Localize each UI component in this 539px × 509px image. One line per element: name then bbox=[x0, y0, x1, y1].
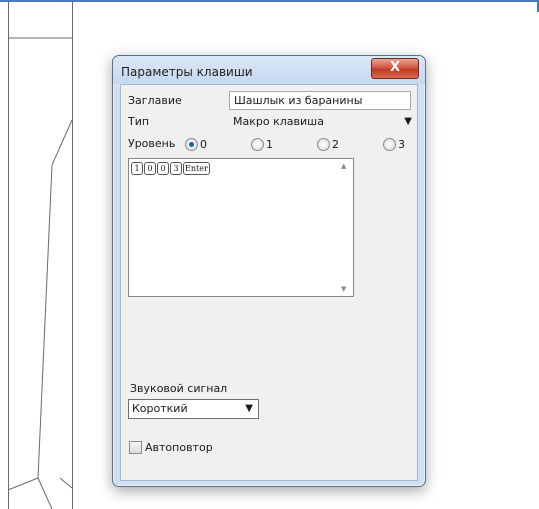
checkbox-icon bbox=[129, 440, 142, 454]
macro-key-sequence: 1 0 0 3 Enter bbox=[131, 161, 211, 175]
macro-key[interactable]: 0 bbox=[144, 162, 156, 175]
chevron-down-icon: ▼ bbox=[404, 116, 412, 127]
macro-key[interactable]: 1 bbox=[131, 162, 143, 175]
level-label: Уровень bbox=[128, 137, 176, 150]
sound-value: Короткий bbox=[132, 402, 188, 415]
level-radio-0[interactable]: 0 bbox=[185, 137, 207, 151]
scroll-up-icon[interactable]: ▲ bbox=[341, 162, 346, 170]
level-radio-label: 2 bbox=[332, 137, 339, 151]
radio-selected-icon bbox=[185, 137, 198, 151]
level-radio-label: 0 bbox=[200, 137, 207, 151]
caption-label: Заглавие bbox=[128, 94, 182, 107]
level-radio-label: 1 bbox=[266, 137, 273, 151]
sound-dropdown[interactable]: Короткий ▼ bbox=[128, 399, 259, 419]
level-radio-label: 3 bbox=[398, 137, 405, 151]
macro-key[interactable]: 3 bbox=[170, 162, 182, 175]
type-label: Тип bbox=[128, 115, 150, 128]
caption-field[interactable]: Шашлык из баранины bbox=[229, 91, 411, 110]
dialog-body: Заглавие Шашлык из баранины Тип Макро кл… bbox=[120, 84, 418, 481]
radio-icon bbox=[317, 137, 330, 151]
key-parameters-dialog: Параметры клавиши X Заглавие Шашлык из б… bbox=[112, 55, 426, 487]
level-radio-group: 0 1 2 3 bbox=[185, 135, 415, 153]
level-radio-2[interactable]: 2 bbox=[317, 137, 339, 151]
macro-key[interactable]: 0 bbox=[157, 162, 169, 175]
type-value: Макро клавиша bbox=[233, 115, 324, 128]
type-combobox[interactable]: Макро клавиша ▼ bbox=[229, 113, 414, 130]
level-radio-3[interactable]: 3 bbox=[383, 137, 405, 151]
radio-icon bbox=[251, 137, 264, 151]
editor-scrollbar[interactable]: ▲ ▼ bbox=[337, 159, 353, 296]
sound-label: Звуковой сигнал bbox=[130, 382, 228, 395]
close-icon: X bbox=[389, 60, 401, 75]
dialog-title: Параметры клавиши bbox=[121, 65, 253, 79]
macro-key-enter[interactable]: Enter bbox=[183, 162, 210, 175]
macro-editor[interactable]: 1 0 0 3 Enter ▲ ▼ bbox=[128, 158, 354, 297]
chevron-down-icon: ▼ bbox=[245, 403, 253, 414]
autorepeat-label: Автоповтор bbox=[145, 440, 213, 454]
dialog-titlebar[interactable]: Параметры клавиши X bbox=[113, 56, 425, 84]
radio-icon bbox=[383, 137, 396, 151]
scroll-down-icon[interactable]: ▼ bbox=[341, 285, 346, 293]
close-button[interactable]: X bbox=[371, 58, 419, 79]
autorepeat-checkbox[interactable]: Автоповтор bbox=[129, 440, 213, 454]
level-radio-1[interactable]: 1 bbox=[251, 137, 273, 151]
